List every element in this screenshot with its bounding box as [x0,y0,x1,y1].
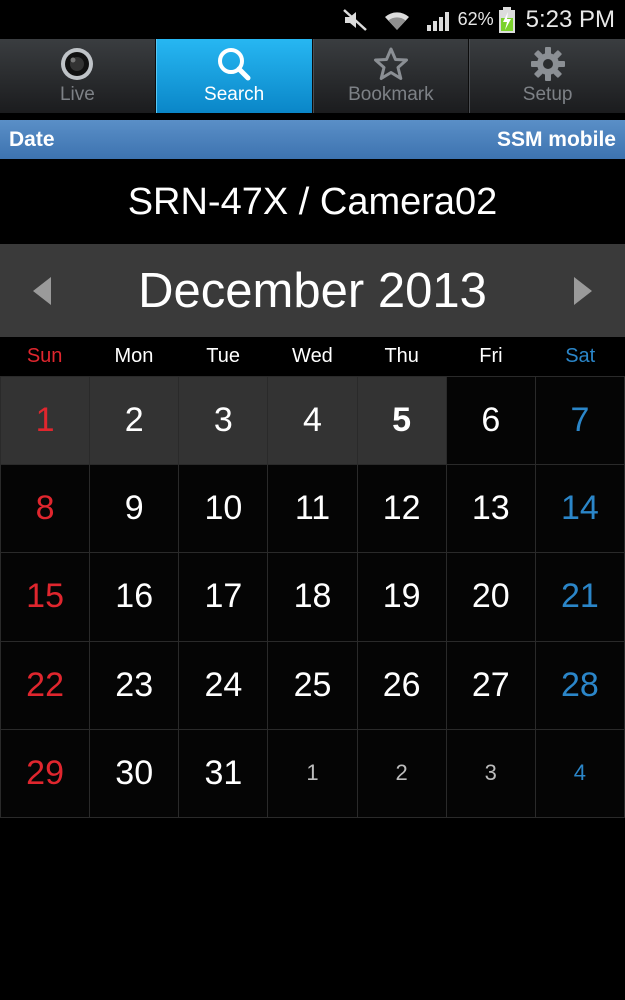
day-cell[interactable]: 27 [446,641,535,729]
month-title: December 2013 [138,263,487,318]
day-cell-next-month[interactable]: 4 [535,729,624,817]
day-cell[interactable]: 7 [535,377,624,465]
day-cell[interactable]: 30 [90,729,179,817]
day-cell[interactable]: 4 [268,377,357,465]
day-cell[interactable]: 15 [1,553,90,641]
day-cell[interactable]: 8 [1,465,90,553]
camera-title: SRN-47X / Camera02 [127,180,498,223]
day-cell-today[interactable]: 5 [357,377,446,465]
day-cell[interactable]: 19 [357,553,446,641]
weekday-sat: Sat [565,345,596,367]
day-cell[interactable]: 2 [90,377,179,465]
day-cell[interactable]: 20 [446,553,535,641]
battery-charging-icon [498,6,516,34]
next-month-arrow-icon[interactable] [563,271,603,311]
day-cell[interactable]: 17 [179,553,268,641]
calendar-grid: 1 2 3 4 5 6 7 8 9 10 11 12 13 14 15 16 1… [0,376,625,818]
day-cell[interactable]: 28 [535,641,624,729]
day-cell[interactable]: 23 [90,641,179,729]
tab-search[interactable]: Search [155,39,313,113]
day-cell-next-month[interactable]: 1 [268,729,357,817]
tab-label: Live [59,84,95,105]
day-cell[interactable]: 10 [179,465,268,553]
day-cell[interactable]: 18 [268,553,357,641]
day-cell-next-month[interactable]: 2 [357,729,446,817]
day-cell[interactable]: 25 [268,641,357,729]
weekday-wed: Wed [292,345,333,367]
day-cell[interactable]: 29 [1,729,90,817]
day-cell[interactable]: 3 [179,377,268,465]
day-cell[interactable]: 16 [90,553,179,641]
day-cell-next-month[interactable]: 3 [446,729,535,817]
day-cell[interactable]: 9 [90,465,179,553]
tab-label: Search [204,84,265,105]
mute-icon [342,8,368,32]
month-header: December 2013 [0,244,625,337]
weekday-thu: Thu [384,345,419,367]
day-cell[interactable]: 11 [268,465,357,553]
tab-bar: Live Search Bookmark Setup [0,39,625,114]
weekday-fri: Fri [479,345,503,367]
section-header: Date SSM mobile [0,120,625,159]
day-cell[interactable]: 14 [535,465,624,553]
day-cell[interactable]: 13 [446,465,535,553]
weekday-row: Sun Mon Tue Wed Thu Fri Sat [0,337,625,376]
day-cell[interactable]: 26 [357,641,446,729]
day-cell[interactable]: 22 [1,641,90,729]
tab-bookmark[interactable]: Bookmark [312,39,470,113]
battery-percent: 62% [457,9,494,29]
weekday-tue: Tue [206,345,241,367]
gear-icon [530,46,566,82]
status-bar: 62% 5:23 PM [0,0,625,39]
weekday-sun: Sun [26,345,63,367]
day-cell[interactable]: 21 [535,553,624,641]
search-icon [216,46,252,82]
signal-icon [426,8,454,32]
clock: 5:23 PM [525,5,615,33]
tab-setup[interactable]: Setup [469,39,625,113]
previous-month-arrow-icon[interactable] [22,271,62,311]
tab-label: Setup [522,84,573,105]
star-icon [373,46,409,82]
wifi-icon [382,8,412,32]
day-cell[interactable]: 1 [1,377,90,465]
weekday-mon: Mon [114,345,154,367]
tab-label: Bookmark [348,84,434,105]
day-cell[interactable]: 24 [179,641,268,729]
section-title: Date [9,127,55,151]
app-name: SSM mobile [496,127,616,151]
day-cell[interactable]: 12 [357,465,446,553]
day-cell[interactable]: 6 [446,377,535,465]
day-cell[interactable]: 31 [179,729,268,817]
camera-lens-icon [59,46,95,82]
tab-live[interactable]: Live [0,39,156,113]
